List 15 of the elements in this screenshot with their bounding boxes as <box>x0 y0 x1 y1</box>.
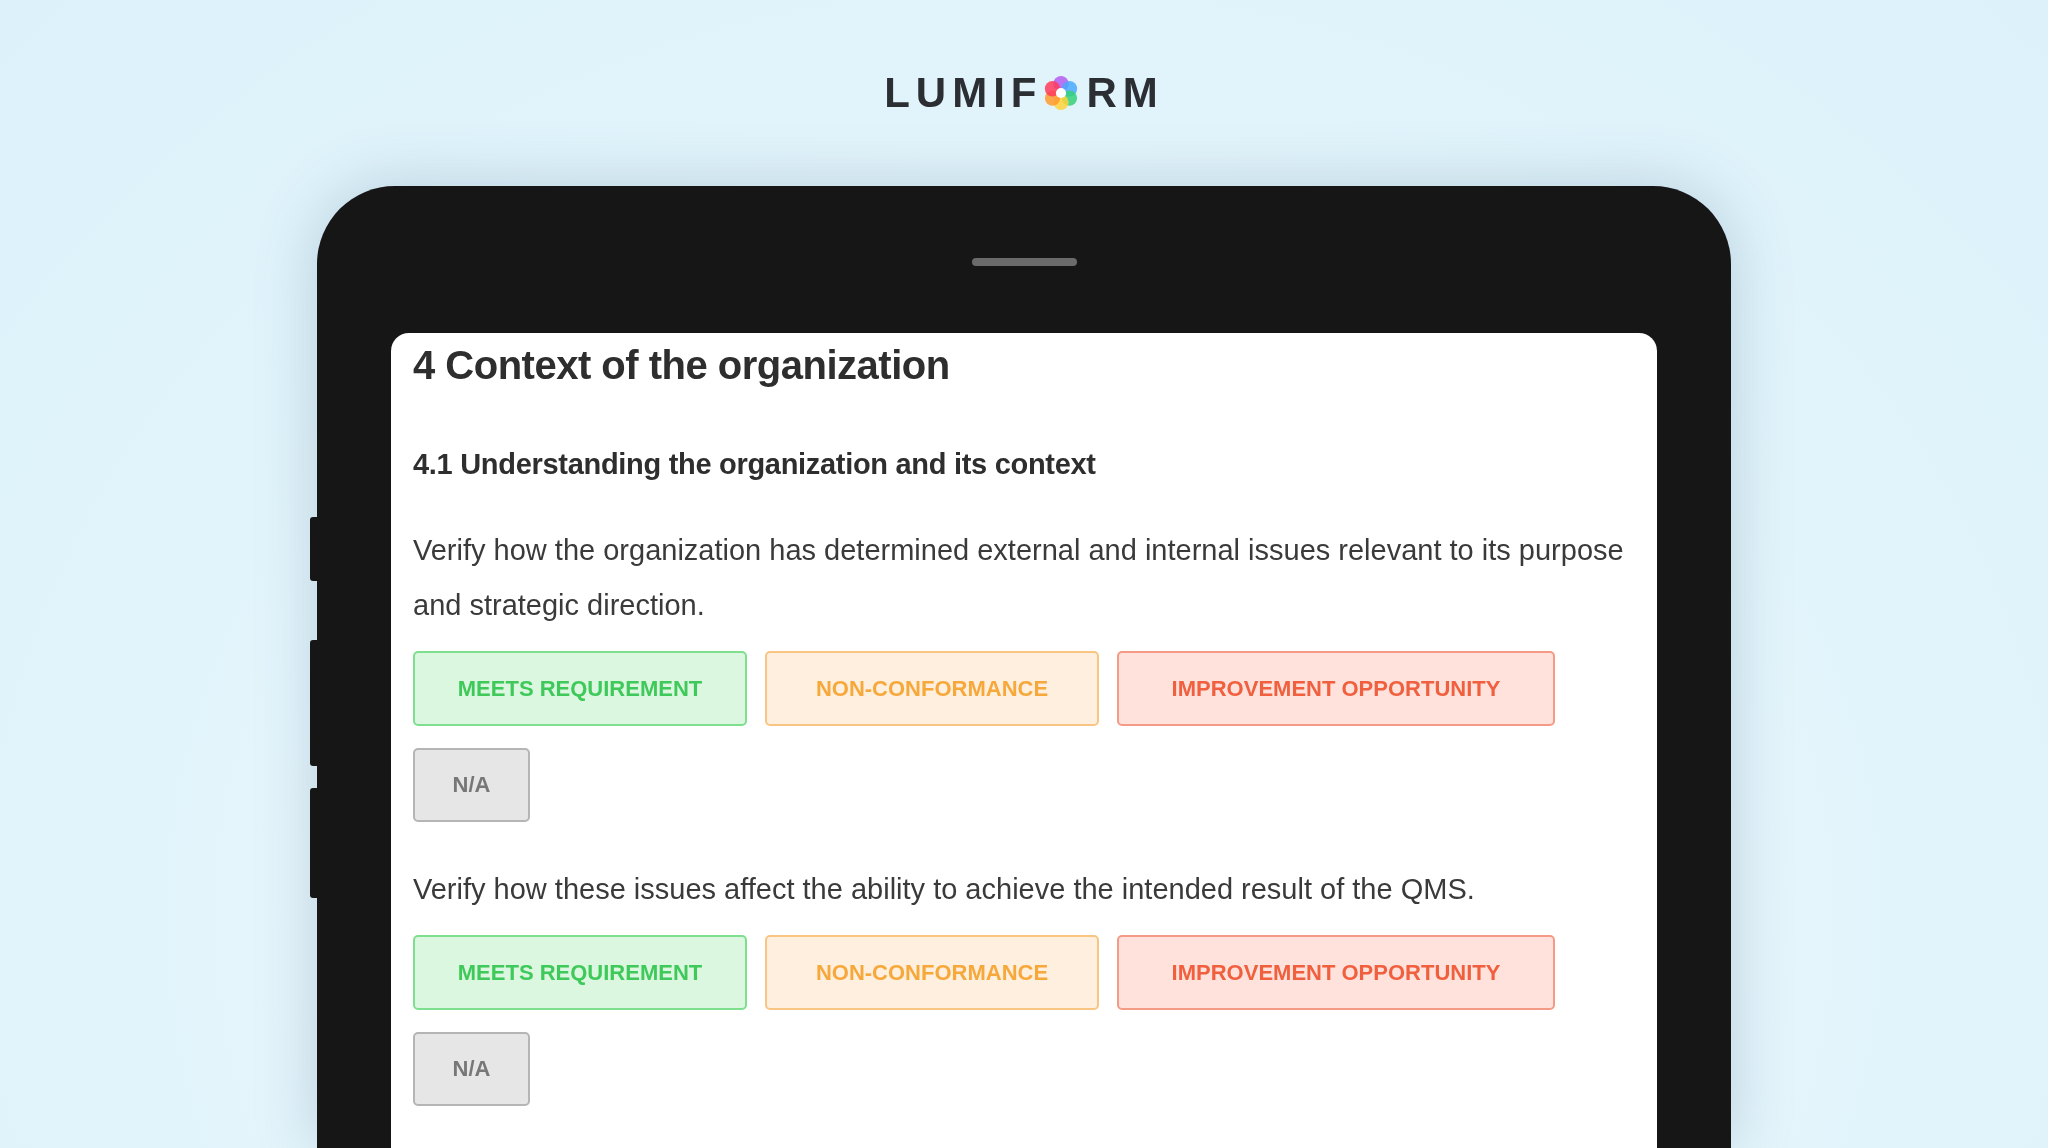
question-text: Verify how these issues affect the ability to achieve the intended result of the QMS. <box>413 872 1476 907</box>
flower-logo-icon <box>1044 76 1079 110</box>
question-text: Verify how the organization has determined external and internal issues relevant to its purpose and strategic direction. <box>413 533 1625 623</box>
answer-button[interactable]: MEETS REQUIREMENT <box>413 935 747 1010</box>
answer-button[interactable]: NON-CONFORMANCE <box>765 651 1099 726</box>
answer-button[interactable]: IMPROVEMENT OPPORTUNITY <box>1117 935 1555 1010</box>
answer-button[interactable]: NON-CONFORMANCE <box>765 935 1099 1010</box>
page-title: 4 Context of the organization <box>413 343 951 388</box>
answer-button[interactable]: N/A <box>413 748 530 822</box>
logo-text: RM <box>1086 69 1164 117</box>
logo-text: LUMIF <box>884 69 1043 117</box>
answer-button[interactable]: IMPROVEMENT OPPORTUNITY <box>1117 651 1555 726</box>
answer-button[interactable]: N/A <box>413 1032 530 1106</box>
section-heading: 4.1 Understanding the organization and its context <box>413 448 1097 481</box>
answer-button[interactable]: MEETS REQUIREMENT <box>413 651 747 726</box>
